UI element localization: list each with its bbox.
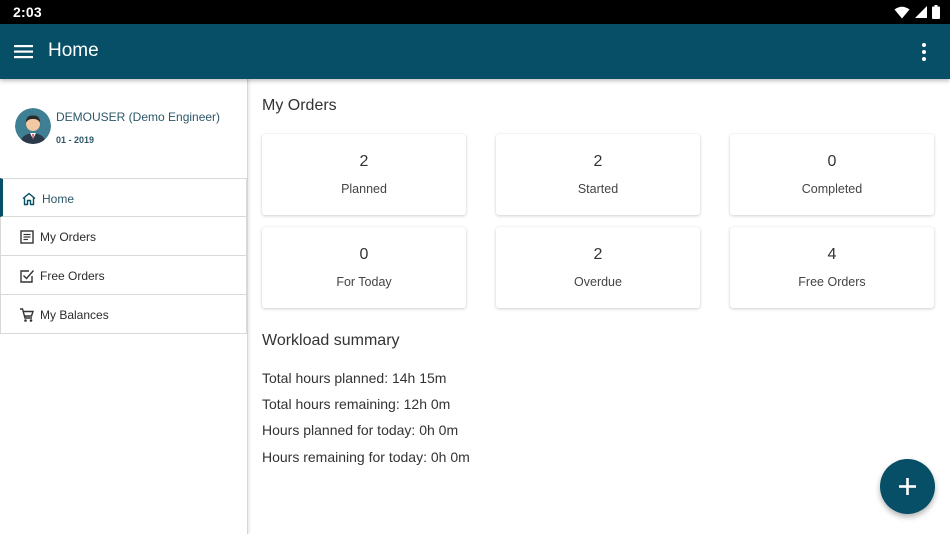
order-count: 4 xyxy=(827,246,837,263)
signal-icon xyxy=(915,6,927,18)
order-label: Started xyxy=(577,182,619,196)
home-icon xyxy=(22,192,36,206)
status-bar: 2:03 xyxy=(0,0,950,24)
sidebar-item-label: Free Orders xyxy=(40,269,105,283)
page-title: Home xyxy=(48,40,99,61)
cart-icon xyxy=(20,308,34,322)
sidebar-item-label: My Orders xyxy=(40,230,97,244)
order-label: Free Orders xyxy=(798,275,866,289)
status-time: 2:03 xyxy=(13,4,42,20)
order-card-overdue[interactable]: 2 Overdue xyxy=(496,227,700,308)
sidebar: DEMOUSER (Demo Engineer) 01 - 2019 Home … xyxy=(0,79,248,534)
wifi-icon xyxy=(894,6,910,18)
main-content: My Orders 2 Planned 2 Started 0 Complete… xyxy=(249,79,950,534)
checkbox-icon xyxy=(20,270,35,283)
workload-summary-title: Workload summary xyxy=(262,332,400,349)
workload-total-planned: Total hours planned: 14h 15m xyxy=(262,370,447,386)
hamburger-icon xyxy=(14,45,33,59)
more-vert-icon xyxy=(922,43,926,61)
order-label: For Today xyxy=(336,275,392,289)
order-label: Overdue xyxy=(574,275,622,289)
order-card-started[interactable]: 2 Started xyxy=(496,134,700,215)
sidebar-item-home[interactable]: Home xyxy=(0,178,247,217)
order-card-planned[interactable]: 2 Planned xyxy=(262,134,466,215)
app-bar: Home xyxy=(0,24,950,79)
workload-remaining-today: Hours remaining for today: 0h 0m xyxy=(262,449,470,465)
order-card-completed[interactable]: 0 Completed xyxy=(730,134,934,215)
plus-icon xyxy=(899,478,916,495)
battery-icon xyxy=(932,5,940,19)
sidebar-item-label: My Balances xyxy=(40,308,109,322)
order-count: 0 xyxy=(359,246,369,263)
user-period: 01 - 2019 xyxy=(56,135,95,145)
sidebar-item-free-orders[interactable]: Free Orders xyxy=(0,256,247,295)
order-card-free-orders[interactable]: 4 Free Orders xyxy=(730,227,934,308)
order-label: Completed xyxy=(801,182,863,196)
my-orders-title: My Orders xyxy=(262,97,337,114)
overflow-menu-button[interactable] xyxy=(912,40,936,64)
workload-total-remaining: Total hours remaining: 12h 0m xyxy=(262,396,451,412)
sidebar-item-my-balances[interactable]: My Balances xyxy=(0,295,247,334)
status-icons xyxy=(894,4,940,20)
workload-planned-today: Hours planned for today: 0h 0m xyxy=(262,422,459,438)
order-count: 2 xyxy=(359,153,369,170)
add-fab-button[interactable] xyxy=(880,459,935,514)
user-name: DEMOUSER (Demo Engineer) xyxy=(56,110,221,124)
order-label: Planned xyxy=(341,182,387,196)
sidebar-nav: Home My Orders Free Orders My Balances xyxy=(0,178,247,334)
order-card-for-today[interactable]: 0 For Today xyxy=(262,227,466,308)
avatar xyxy=(15,108,51,144)
order-count: 0 xyxy=(827,153,837,170)
sidebar-item-label: Home xyxy=(42,192,75,206)
menu-button[interactable] xyxy=(12,40,36,64)
order-count: 2 xyxy=(593,153,603,170)
sidebar-item-my-orders[interactable]: My Orders xyxy=(0,217,247,256)
order-count: 2 xyxy=(593,246,603,263)
orders-list-icon xyxy=(20,230,34,244)
